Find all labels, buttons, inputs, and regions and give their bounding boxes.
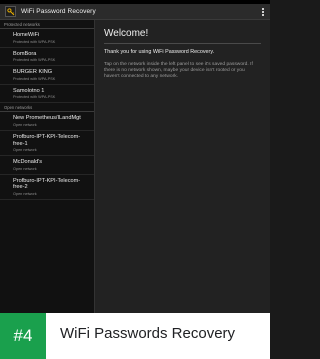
divider — [104, 43, 261, 44]
network-item[interactable]: BURGER KING Protected with WPA-PSK — [0, 66, 94, 85]
network-name: Samolotno 1 — [13, 87, 45, 94]
network-item[interactable]: New Prometheus/ILandMgt Open network — [0, 112, 94, 131]
detail-panel: Welcome! Thank you for using WiFi Passwo… — [95, 20, 270, 313]
network-security: Open network — [13, 191, 37, 196]
network-name: Profburo-IPT-KPI-Telecom-free-1 — [13, 133, 81, 147]
network-item[interactable]: HomeWiFi Protected with WPA-PSK — [0, 29, 94, 48]
network-name: BURGER KING — [13, 69, 53, 76]
thanks-text: Thank you for using WiFi Password Recove… — [104, 49, 215, 55]
action-bar: WiFi Password Recovery — [0, 4, 270, 20]
network-security: Open network — [13, 166, 37, 171]
network-security: Open network — [13, 148, 37, 153]
banner-title: WiFi Passwords Recovery — [60, 325, 236, 342]
network-name: Profburo-IPT-KPI-Telecom-free-2 — [13, 177, 81, 191]
network-security: Protected with WPA-PSK — [13, 76, 56, 81]
network-name: BomBora — [13, 50, 37, 57]
network-item[interactable]: Profburo-IPT-KPI-Telecom-free-1 Open net… — [0, 131, 94, 157]
network-item[interactable]: Profburo-IPT-KPI-Telecom-free-2 Open net… — [0, 175, 94, 200]
section-header-protected: Protected networks — [0, 20, 94, 29]
network-name: HomeWiFi — [13, 32, 40, 38]
key-icon — [5, 6, 16, 17]
network-security: Open network — [13, 122, 37, 127]
network-security: Protected with WPA-PSK — [13, 39, 56, 44]
network-name: New Prometheus/ILandMgt — [13, 115, 81, 122]
welcome-title: Welcome! — [104, 28, 149, 39]
network-item[interactable]: McDonald's Open network — [0, 156, 94, 175]
network-item[interactable]: Samolotno 1 Protected with WPA-PSK — [0, 85, 94, 104]
network-security: Protected with WPA-PSK — [13, 95, 56, 100]
overflow-menu-icon[interactable] — [262, 7, 264, 16]
rank-badge: #4 — [0, 313, 46, 359]
instructions-text: Tap on the network inside the left panel… — [104, 62, 253, 80]
network-list-panel: Protected networks HomeWiFi Protected wi… — [0, 20, 95, 313]
network-name: McDonald's — [13, 159, 43, 166]
section-header-open: Open networks — [0, 103, 94, 113]
app-title: WiFi Password Recovery — [21, 8, 96, 15]
network-item[interactable]: BomBora Protected with WPA-PSK — [0, 48, 94, 67]
network-security: Protected with WPA-PSK — [13, 58, 56, 63]
